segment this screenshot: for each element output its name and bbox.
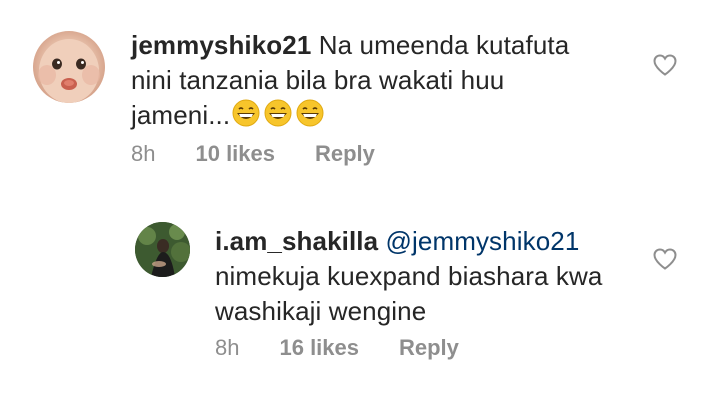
comment-body: nimekuja kuexpand biashara kwa washikaji… [215, 261, 603, 326]
avatar[interactable] [33, 31, 105, 103]
comment-text: jemmyshiko21 Na umeenda kutafuta nini ta… [131, 28, 601, 137]
likes-count-button[interactable]: 10 likes [195, 141, 275, 167]
comment-timestamp: 8h [131, 141, 156, 166]
reply-button[interactable]: Reply [399, 335, 459, 361]
comment-username[interactable]: i.am_shakilla [215, 226, 378, 256]
avatar[interactable] [135, 222, 190, 277]
reply-comment: i.am_shakilla @jemmyshiko21 nimekuja kue… [0, 205, 720, 385]
reply-button[interactable]: Reply [315, 141, 375, 167]
comment: jemmyshiko21 Na umeenda kutafuta nini ta… [0, 0, 720, 190]
comment-username[interactable]: jemmyshiko21 [131, 30, 311, 60]
heart-outline-icon[interactable] [652, 53, 678, 77]
comment-meta: 8h 16 likes Reply [215, 335, 459, 361]
comment-meta: 8h 10 likes Reply [131, 141, 375, 167]
baby-face-avatar-image [38, 39, 100, 103]
grinning-face-icon [232, 99, 324, 127]
comment-timestamp: 8h [215, 335, 240, 360]
comment-text: i.am_shakilla @jemmyshiko21 nimekuja kue… [215, 224, 635, 329]
grinning-emoji-group [230, 98, 326, 137]
comments-thread: jemmyshiko21 Na umeenda kutafuta nini ta… [0, 0, 720, 400]
user-photo-avatar-image [135, 222, 190, 277]
mention-link[interactable]: @jemmyshiko21 [386, 226, 580, 256]
likes-count-button[interactable]: 16 likes [279, 335, 359, 361]
heart-outline-icon[interactable] [652, 247, 678, 271]
